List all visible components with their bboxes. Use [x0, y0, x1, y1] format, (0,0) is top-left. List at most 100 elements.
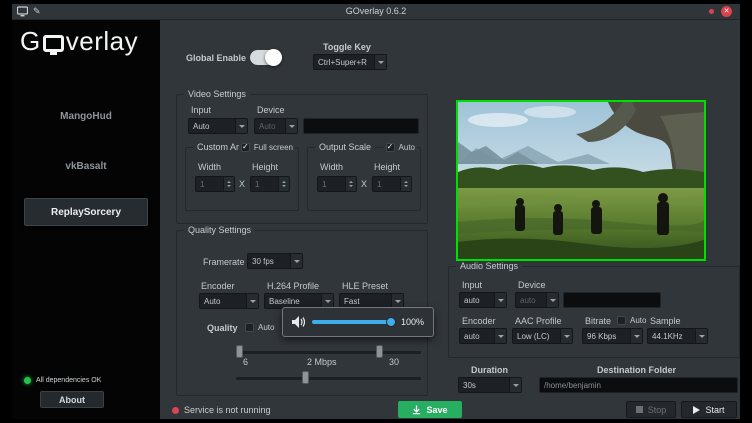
audio-device-field[interactable] — [563, 292, 661, 308]
framerate-label: Framerate — [203, 257, 245, 267]
video-device-field[interactable] — [303, 118, 419, 134]
audio-encoder-select[interactable]: auto — [459, 328, 507, 344]
dimension-separator: X — [361, 179, 367, 189]
scale-height-value: 1 — [373, 177, 400, 191]
service-status-text: Service is not running — [184, 405, 271, 415]
titlebar[interactable]: ✎ GOverlay 0.6.2 ✕ — [12, 4, 740, 20]
bitrate-auto-label: Auto — [630, 316, 646, 325]
height-label: Height — [252, 162, 278, 172]
speaker-icon — [292, 316, 305, 328]
bitrate-select[interactable]: 96 Kbps — [582, 328, 643, 344]
spinner-arrows-icon[interactable] — [400, 177, 411, 191]
chevron-down-icon — [374, 55, 386, 69]
custom-area-group: Custom Area Full screen Width Height 1 X… — [185, 147, 299, 211]
framerate-value: 30 fps — [248, 254, 290, 268]
monitor-icon — [43, 35, 64, 52]
aac-profile-select[interactable]: Low (LC) — [512, 328, 573, 344]
audio-settings-group: Audio Settings Input auto Device auto En… — [448, 266, 740, 358]
close-button[interactable]: ✕ — [721, 6, 732, 17]
check-icon — [386, 143, 395, 152]
video-input-select[interactable]: Auto — [188, 118, 248, 134]
chevron-down-icon — [235, 119, 247, 133]
stop-button[interactable]: Stop — [626, 401, 676, 418]
quality-max-label: 30 — [389, 357, 399, 367]
status-ok-icon — [24, 377, 31, 384]
start-button[interactable]: Start — [681, 401, 737, 418]
window-title: GOverlay 0.6.2 — [12, 6, 740, 16]
duration-select[interactable]: 30s — [458, 377, 522, 393]
quality-auto-label: Auto — [258, 323, 274, 332]
video-device-value: Auto — [255, 119, 285, 133]
h264-profile-label: H.264 Profile — [267, 281, 319, 291]
device-label: Device — [257, 105, 285, 115]
bitrate-slider[interactable] — [236, 377, 421, 380]
toggle-key-label: Toggle Key — [323, 42, 371, 52]
about-button[interactable]: About — [40, 391, 104, 408]
audio-device-select[interactable]: auto — [515, 292, 559, 308]
volume-value: 100% — [401, 317, 424, 327]
fullscreen-label: Full screen — [254, 143, 293, 152]
global-enable-toggle[interactable] — [250, 50, 282, 65]
sidebar: G verlay MangoHud vkBasalt ReplaySorcery… — [12, 20, 160, 419]
quality-slider-min-handle[interactable] — [236, 345, 243, 358]
logo-text-prefix: G — [20, 26, 41, 57]
output-scale-auto-checkbox[interactable]: Auto — [384, 143, 417, 152]
volume-slider[interactable] — [312, 320, 394, 324]
sidebar-item-replaysorcery[interactable]: ReplaySorcery — [24, 198, 148, 226]
toggle-key-value: Ctrl+Super+R — [314, 55, 374, 69]
encoder-label: Encoder — [201, 281, 235, 291]
encoder-select[interactable]: Auto — [199, 293, 259, 309]
bitrate-auto-checkbox[interactable]: Auto — [617, 316, 646, 325]
check-icon — [617, 316, 626, 325]
scale-width-spinbox[interactable]: 1 — [317, 176, 357, 192]
quality-slider-max-handle[interactable] — [376, 345, 383, 358]
sample-value: 44.1KHz — [648, 329, 695, 343]
toggle-key-select[interactable]: Ctrl+Super+R — [313, 54, 387, 70]
quality-slider[interactable] — [236, 351, 421, 354]
bitrate-slider-handle[interactable] — [302, 371, 309, 384]
save-button-label: Save — [426, 405, 447, 415]
sidebar-item-label: vkBasalt — [65, 161, 106, 172]
sidebar-item-vkbasalt[interactable]: vkBasalt — [24, 152, 148, 180]
quality-auto-checkbox[interactable]: Auto — [245, 323, 274, 332]
custom-width-value: 1 — [196, 177, 223, 191]
destination-field[interactable]: /home/benjamin — [539, 377, 738, 393]
bitrate-value-label: 2 Mbps — [307, 357, 337, 367]
output-scale-group: Output Scale Auto Width Height 1 X 1 — [307, 147, 421, 211]
logo-text-suffix: verlay — [66, 26, 138, 57]
custom-width-spinbox[interactable]: 1 — [195, 176, 235, 192]
custom-height-spinbox[interactable]: 1 — [250, 176, 290, 192]
destination-label: Destination Folder — [597, 365, 676, 375]
scale-height-spinbox[interactable]: 1 — [372, 176, 412, 192]
save-button[interactable]: Save — [398, 401, 462, 418]
dependencies-status-text: All dependencies OK — [36, 377, 101, 384]
spinner-arrows-icon[interactable] — [345, 177, 356, 191]
dimension-separator: X — [239, 179, 245, 189]
audio-input-label: Input — [462, 280, 482, 290]
sample-select[interactable]: 44.1KHz — [647, 328, 708, 344]
video-settings-title: Video Settings — [184, 89, 250, 99]
check-icon — [241, 143, 250, 152]
output-scale-auto-label: Auto — [399, 143, 415, 152]
duration-value: 30s — [459, 378, 509, 392]
spinner-arrows-icon[interactable] — [223, 177, 234, 191]
sidebar-item-mangohud[interactable]: MangoHud — [24, 102, 148, 130]
chevron-down-icon — [560, 329, 572, 343]
volume-knob[interactable] — [386, 317, 396, 327]
audio-input-select[interactable]: auto — [459, 292, 507, 308]
audio-encoder-value: auto — [460, 329, 494, 343]
aac-profile-label: AAC Profile — [515, 316, 562, 326]
framerate-select[interactable]: 30 fps — [247, 253, 303, 269]
sidebar-item-label: ReplaySorcery — [51, 207, 121, 218]
audio-encoder-label: Encoder — [462, 316, 496, 326]
fullscreen-checkbox[interactable]: Full screen — [239, 143, 295, 152]
chevron-down-icon — [630, 329, 642, 343]
audio-device-label: Device — [518, 280, 546, 290]
check-icon — [245, 323, 254, 332]
duration-label: Duration — [471, 365, 508, 375]
global-enable-label: Global Enable — [186, 53, 246, 63]
chevron-down-icon — [391, 294, 403, 308]
spinner-arrows-icon[interactable] — [278, 177, 289, 191]
video-device-select[interactable]: Auto — [254, 118, 298, 134]
volume-popup: 100% — [282, 307, 434, 337]
